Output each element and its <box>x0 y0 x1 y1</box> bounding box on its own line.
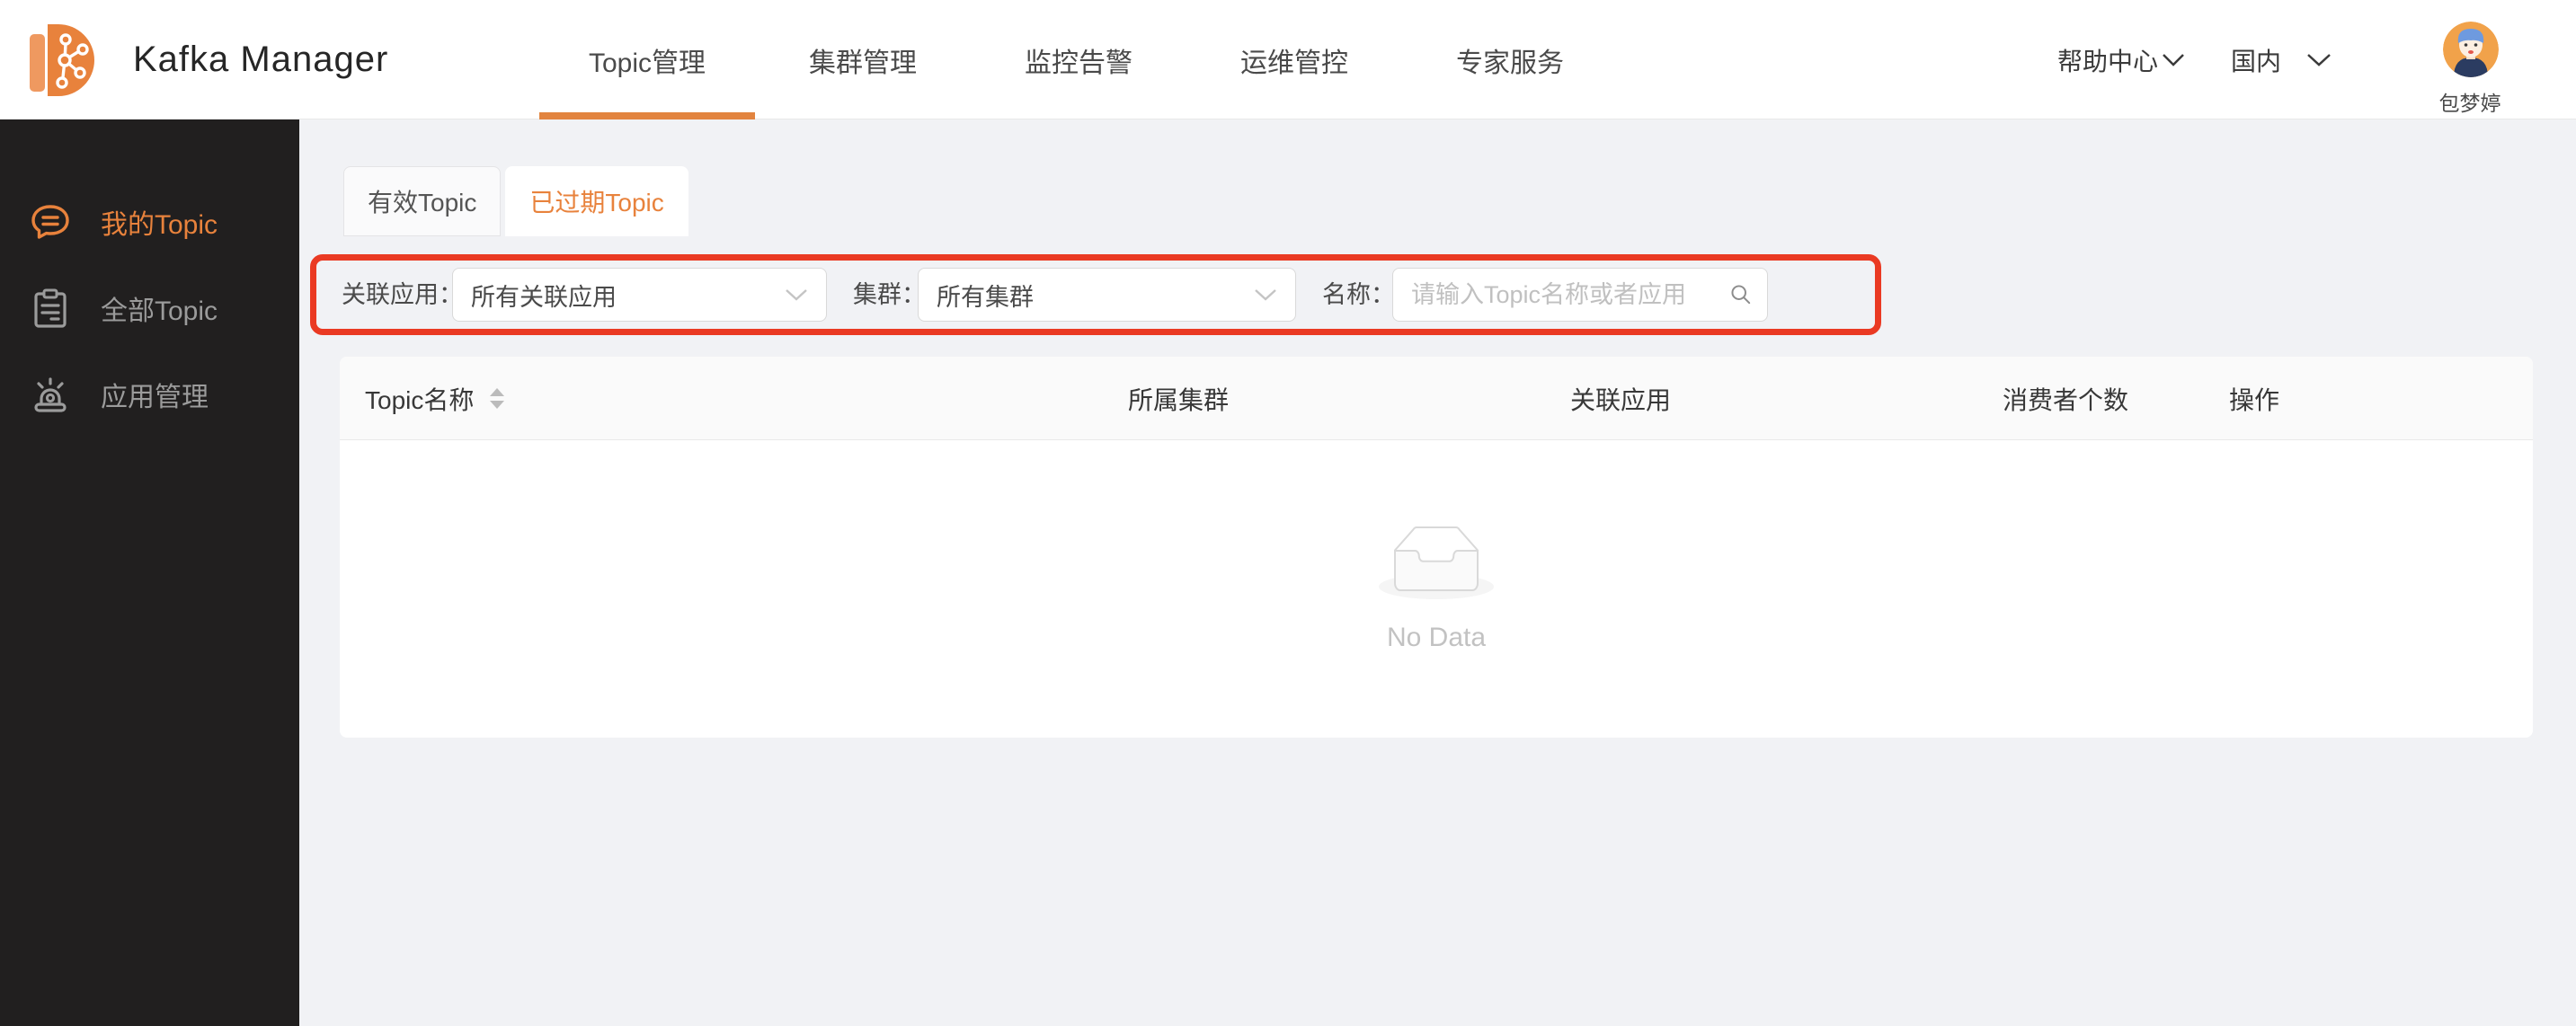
column-header-consumer-count: 消费者个数 <box>2002 385 2129 414</box>
topics-table: Topic名称 所属集群 关联应用 消费者个数 操作 No Data <box>340 357 2533 738</box>
sidebar-item-all-topic[interactable]: 全部Topic <box>0 265 299 351</box>
region-selector[interactable]: 国内 <box>2231 0 2332 119</box>
user-menu[interactable]: 包梦婷 <box>2432 0 2508 119</box>
alarm-lamp-icon <box>34 377 67 412</box>
user-name: 包梦婷 <box>2438 92 2501 115</box>
sidebar-item-my-topic[interactable]: 我的Topic <box>0 179 299 265</box>
name-search-input[interactable] <box>1411 280 1729 309</box>
top-header: Kafka Manager Topic管理 集群管理 监控告警 运维管控 专家服… <box>0 0 2576 119</box>
sidebar-item-label: 应用管理 <box>101 383 209 412</box>
nav-item-expert-service[interactable]: 专家服务 <box>1402 0 1618 119</box>
avatar[interactable] <box>2443 22 2499 77</box>
sidebar-item-app-manage[interactable]: 应用管理 <box>0 351 299 438</box>
tab-expired-topic[interactable]: 已过期Topic <box>505 166 688 236</box>
app-select-value: 所有关联应用 <box>471 283 617 311</box>
search-icon[interactable] <box>1729 279 1753 310</box>
name-search-box <box>1392 268 1768 322</box>
sidebar-item-label: 我的Topic <box>101 210 218 240</box>
empty-state: No Data <box>340 440 2533 738</box>
column-header-topic-name[interactable]: Topic名称 <box>365 357 505 440</box>
caret-up-icon <box>490 388 505 396</box>
top-navigation: Topic管理 集群管理 监控告警 运维管控 专家服务 <box>539 0 1618 119</box>
filter-app-label: 关联应用： <box>342 281 463 308</box>
chevron-down-icon <box>2163 53 2184 66</box>
main-content: 有效Topic 已过期Topic 关联应用： 所有关联应用 集群： 所有集群 名… <box>299 119 2576 1026</box>
region-label: 国内 <box>2231 47 2282 75</box>
cluster-select-value: 所有集群 <box>937 283 1034 311</box>
kafka-manager-app: Kafka Manager Topic管理 集群管理 监控告警 运维管控 专家服… <box>0 0 2576 1026</box>
tab-valid-topic[interactable]: 有效Topic <box>343 166 502 236</box>
clipboard-icon <box>34 288 67 328</box>
chevron-down-icon <box>2307 53 2331 66</box>
cluster-select[interactable]: 所有集群 <box>918 268 1296 322</box>
sidebar-item-label: 全部Topic <box>101 296 218 326</box>
sort-carets-icon[interactable] <box>490 388 505 409</box>
nav-item-cluster-manage[interactable]: 集群管理 <box>755 0 971 119</box>
help-center-menu[interactable]: 帮助中心 <box>2057 0 2185 119</box>
logo-icon <box>30 24 94 96</box>
nav-item-ops-control[interactable]: 运维管控 <box>1186 0 1402 119</box>
no-data-text: No Data <box>1386 622 1487 652</box>
nav-item-monitor-alert[interactable]: 监控告警 <box>971 0 1186 119</box>
table-header-row: Topic名称 所属集群 关联应用 消费者个数 操作 <box>340 357 2533 440</box>
column-header-cluster: 所属集群 <box>1127 385 1230 414</box>
empty-box-icon <box>1379 526 1494 599</box>
chat-bubble-icon <box>31 205 69 239</box>
filter-cluster-label: 集群： <box>853 281 926 308</box>
column-header-actions: 操作 <box>2229 385 2280 414</box>
chevron-down-icon <box>786 288 807 301</box>
sidebar: 我的Topic 全部Topic 应用管理 <box>0 119 299 1026</box>
app-title: Kafka Manager <box>133 40 389 79</box>
help-center-label: 帮助中心 <box>2057 47 2159 75</box>
chevron-down-icon <box>1255 288 1276 301</box>
column-header-app: 关联应用 <box>1569 385 1672 414</box>
nav-item-topic-manage[interactable]: Topic管理 <box>539 0 755 119</box>
topic-state-tabs: 有效Topic 已过期Topic <box>343 166 688 236</box>
caret-down-icon <box>490 401 505 409</box>
app-select[interactable]: 所有关联应用 <box>452 268 827 322</box>
filter-name-label: 名称： <box>1322 281 1395 308</box>
